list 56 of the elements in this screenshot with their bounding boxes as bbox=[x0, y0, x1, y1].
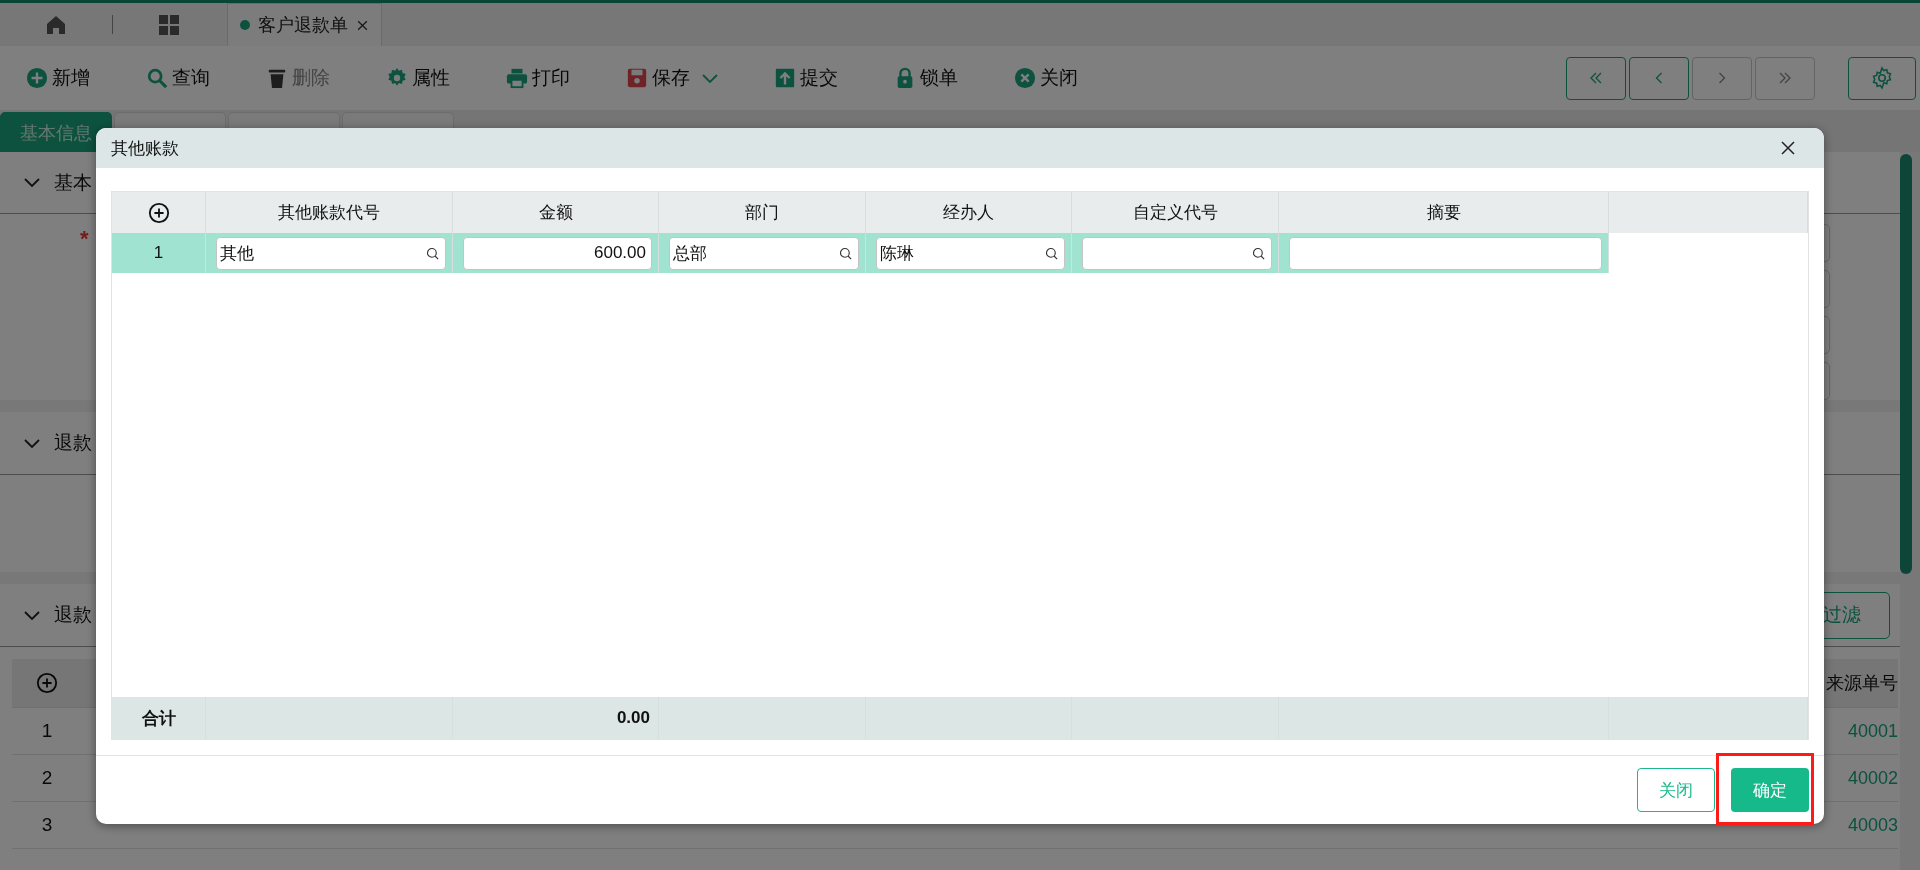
input-field[interactable] bbox=[1289, 236, 1602, 270]
row-number: 3 bbox=[40, 814, 54, 836]
settings-button[interactable] bbox=[1848, 56, 1916, 100]
close-icon bbox=[1780, 140, 1796, 156]
input-field[interactable]: 其他 bbox=[216, 236, 446, 270]
printer-icon bbox=[506, 67, 528, 89]
search-icon bbox=[425, 245, 440, 261]
grid-icon bbox=[157, 12, 181, 37]
row-number: 1 bbox=[40, 720, 54, 742]
search-icon bbox=[838, 245, 853, 261]
section-title: 退款 bbox=[54, 431, 92, 455]
plus-circle-icon bbox=[26, 67, 48, 89]
chevron-down-icon bbox=[24, 610, 40, 620]
total-label: 合计 bbox=[112, 697, 206, 739]
input-field[interactable]: 陈琳 bbox=[876, 236, 1065, 270]
navigation-button[interactable] bbox=[1566, 56, 1626, 100]
close-icon bbox=[356, 18, 369, 32]
status-dot-icon bbox=[240, 20, 250, 30]
section-title: 退款 bbox=[54, 603, 92, 627]
toolbar-button[interactable]: 提交 bbox=[774, 65, 838, 91]
search-icon bbox=[1251, 245, 1266, 261]
table-row[interactable]: 1 其他 600.00 总部 陈琳 bbox=[112, 233, 1808, 273]
add-row-icon bbox=[36, 672, 58, 694]
close-button[interactable] bbox=[1780, 140, 1796, 156]
section-title: 基本 bbox=[54, 170, 92, 195]
row-number: 2 bbox=[40, 767, 54, 789]
toolbar-button[interactable]: 锁单 bbox=[894, 65, 958, 91]
toolbar-button[interactable]: 关闭 bbox=[1014, 65, 1078, 91]
scrollbar[interactable] bbox=[1900, 154, 1912, 574]
total-value: 0.00 bbox=[453, 697, 659, 739]
close-circle-icon bbox=[1014, 67, 1036, 89]
close-button[interactable]: 关闭 bbox=[1637, 768, 1715, 812]
add-row-icon bbox=[147, 201, 170, 224]
required-mark: * bbox=[80, 226, 89, 251]
chevron-down-icon bbox=[24, 438, 40, 448]
toolbar-button[interactable]: 打印 bbox=[506, 65, 570, 91]
search-icon bbox=[146, 67, 168, 89]
tab-label: 客户退款单 bbox=[258, 14, 348, 37]
input-field[interactable]: 总部 bbox=[669, 236, 859, 270]
toolbar-button[interactable]: 属性 bbox=[386, 65, 450, 91]
toolbar-button[interactable]: 新增 bbox=[26, 65, 90, 91]
input-field[interactable]: 600.00 bbox=[463, 236, 652, 270]
chevron-down-icon bbox=[24, 178, 40, 187]
dialog-title: 其他账款 bbox=[111, 137, 179, 160]
toolbar-button[interactable]: 保存 bbox=[626, 65, 718, 91]
search-icon bbox=[1044, 245, 1059, 261]
input-field[interactable] bbox=[1082, 236, 1272, 270]
navigation-button[interactable] bbox=[1629, 56, 1689, 100]
toolbar-button[interactable]: 查询 bbox=[146, 65, 210, 91]
column-header: 来源单号 bbox=[1826, 672, 1898, 695]
trash-icon bbox=[266, 67, 288, 89]
document-tab[interactable]: 客户退款单 bbox=[227, 3, 382, 46]
settings-icon bbox=[1870, 66, 1894, 90]
row-number: 1 bbox=[112, 233, 206, 273]
confirm-button[interactable]: 确定 bbox=[1731, 768, 1809, 812]
upload-icon bbox=[774, 67, 796, 89]
